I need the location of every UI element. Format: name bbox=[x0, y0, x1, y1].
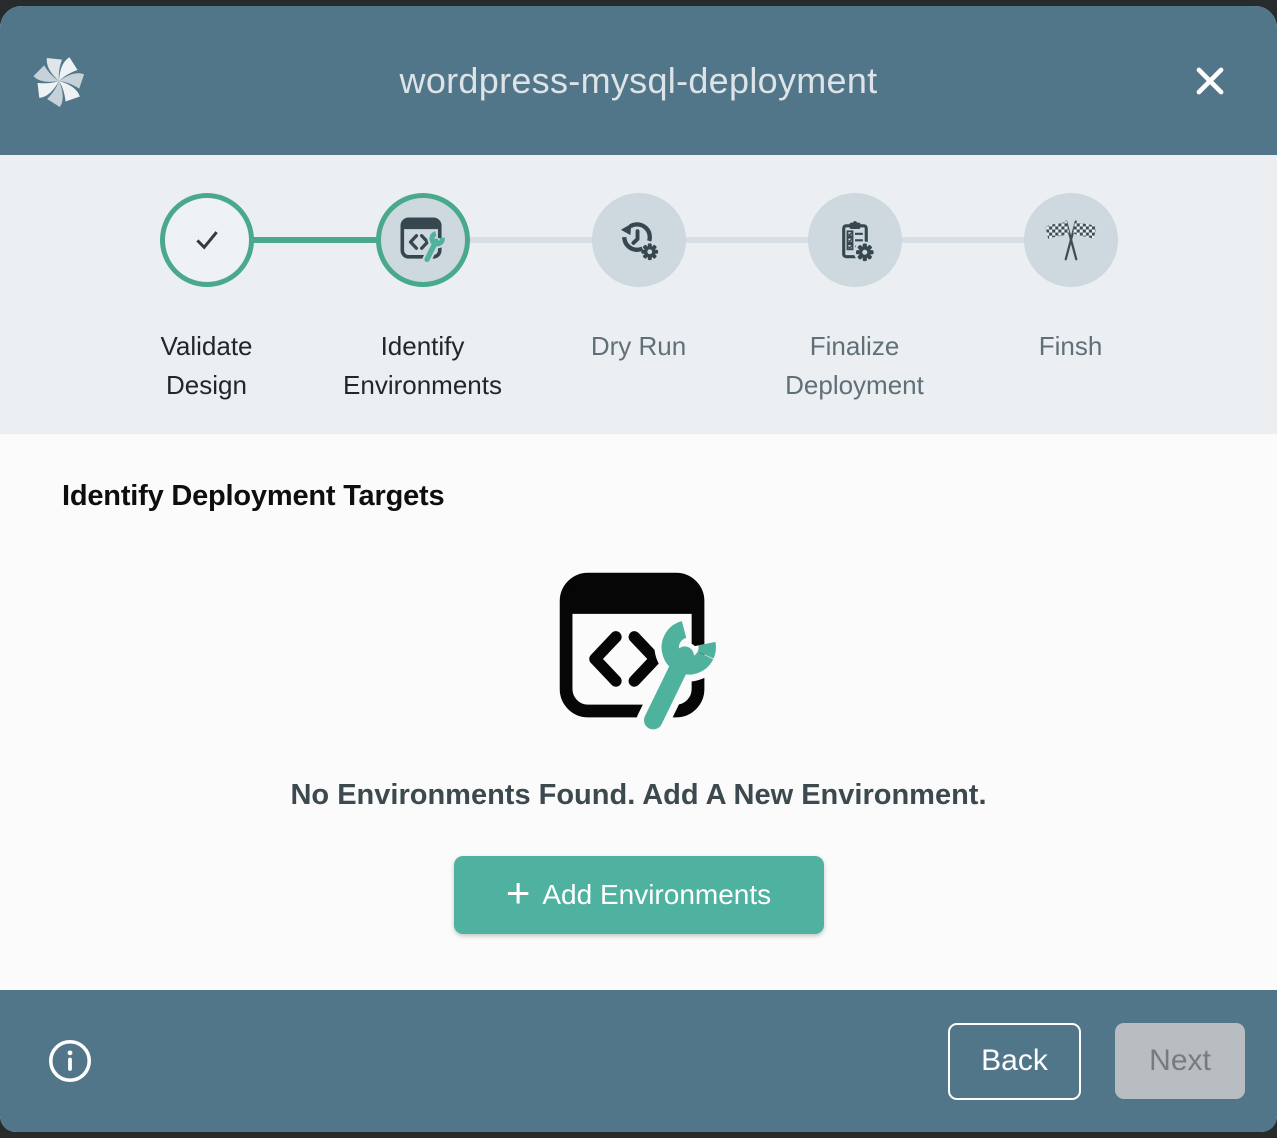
empty-state-message: No Environments Found. Add A New Environ… bbox=[0, 779, 1277, 812]
add-environments-button[interactable]: + Add Environments bbox=[454, 856, 824, 934]
deployment-stepper: Validate Design Identify Environments Dr… bbox=[0, 155, 1277, 434]
dialog-title: wordpress-mysql-deployment bbox=[0, 60, 1277, 102]
check-icon bbox=[186, 219, 228, 261]
step-label: Dry Run bbox=[591, 327, 686, 366]
info-icon bbox=[47, 1038, 93, 1084]
step-label: Validate Design bbox=[121, 327, 293, 405]
clipboard-gear-icon bbox=[831, 217, 878, 264]
modal-footer: Back Next bbox=[0, 990, 1277, 1132]
info-button[interactable] bbox=[46, 1037, 94, 1085]
racing-flags-icon bbox=[1043, 217, 1099, 263]
step-circle-pending bbox=[808, 193, 902, 287]
next-button[interactable]: Next bbox=[1115, 1023, 1245, 1099]
empty-state-code-wrench-icon bbox=[555, 571, 723, 733]
step-label: Identify Environments bbox=[337, 327, 509, 405]
step-circle-pending bbox=[592, 193, 686, 287]
step-finish: Finsh bbox=[963, 193, 1179, 434]
step-validate-design: Validate Design bbox=[99, 193, 315, 434]
add-environments-label: Add Environments bbox=[542, 879, 771, 911]
modal-header: wordpress-mysql-deployment bbox=[0, 6, 1277, 155]
code-wrench-icon bbox=[400, 217, 446, 263]
step-dry-run: Dry Run bbox=[531, 193, 747, 434]
close-button[interactable] bbox=[1186, 57, 1234, 105]
step-finalize-deployment: Finalize Deployment bbox=[747, 193, 963, 434]
step-identify-environments: Identify Environments bbox=[315, 193, 531, 434]
step-label: Finsh bbox=[1039, 327, 1103, 366]
meshery-logo-icon bbox=[30, 52, 88, 110]
step-circle-completed bbox=[160, 193, 254, 287]
back-button[interactable]: Back bbox=[948, 1023, 1081, 1100]
dry-run-icon bbox=[615, 217, 662, 264]
step-label: Finalize Deployment bbox=[769, 327, 941, 405]
step-circle-pending bbox=[1024, 193, 1118, 287]
close-icon bbox=[1191, 62, 1229, 100]
deployment-wizard-modal: wordpress-mysql-deployment Validate Desi… bbox=[0, 6, 1277, 1132]
wizard-content: Identify Deployment Targets No Environme… bbox=[0, 434, 1277, 990]
step-circle-active bbox=[376, 193, 470, 287]
page-title: Identify Deployment Targets bbox=[0, 434, 1277, 513]
